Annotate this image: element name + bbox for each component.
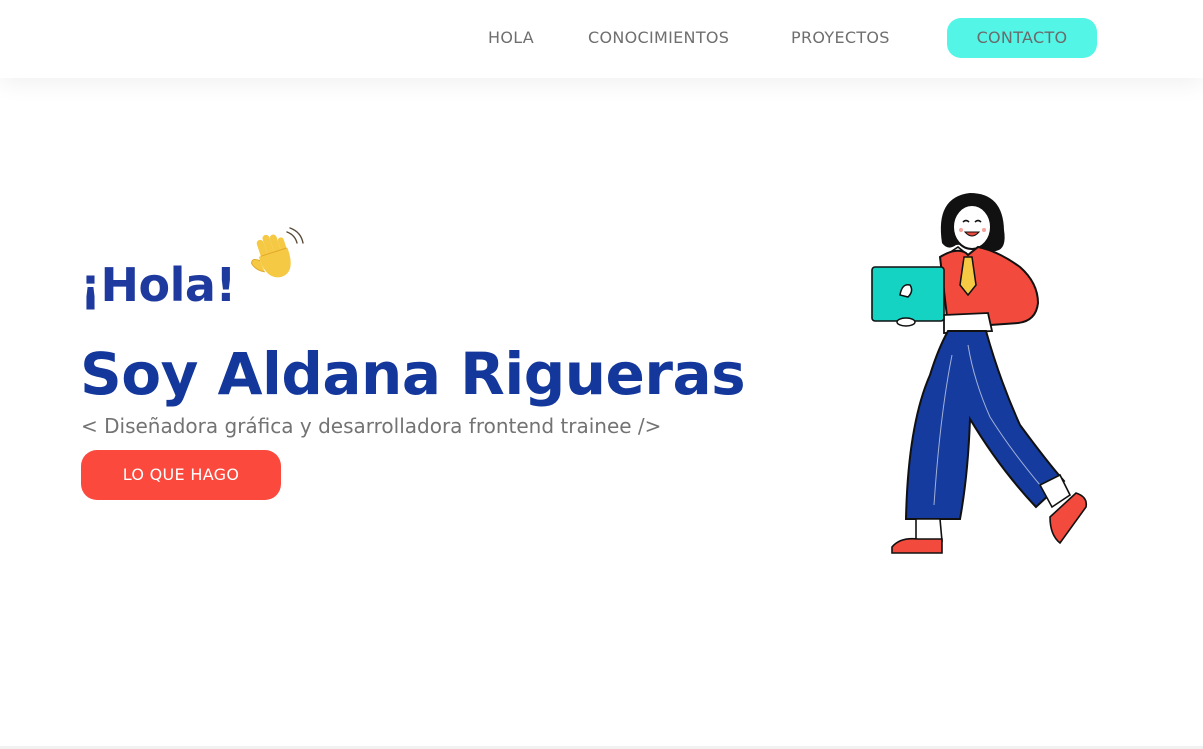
top-navbar: HOLA CONOCIMIENTOS PROYECTOS CONTACTO (0, 0, 1203, 78)
hero-greeting: ¡Hola! (80, 257, 236, 312)
hero-subtitle: < Diseñadora gráfica y desarrolladora fr… (81, 414, 662, 438)
nav-link-hola[interactable]: HOLA (488, 28, 534, 48)
nav-link-proyectos[interactable]: PROYECTOS (791, 28, 890, 48)
nav-contact-button[interactable]: CONTACTO (947, 18, 1097, 58)
woman-with-laptop-illustration (871, 193, 1088, 554)
waving-hand-icon (251, 227, 304, 278)
lo-que-hago-button[interactable]: LO QUE HAGO (81, 450, 281, 500)
hero-name: Soy Aldana Rigueras (80, 340, 746, 409)
nav-link-conocimientos[interactable]: CONOCIMIENTOS (588, 28, 729, 48)
